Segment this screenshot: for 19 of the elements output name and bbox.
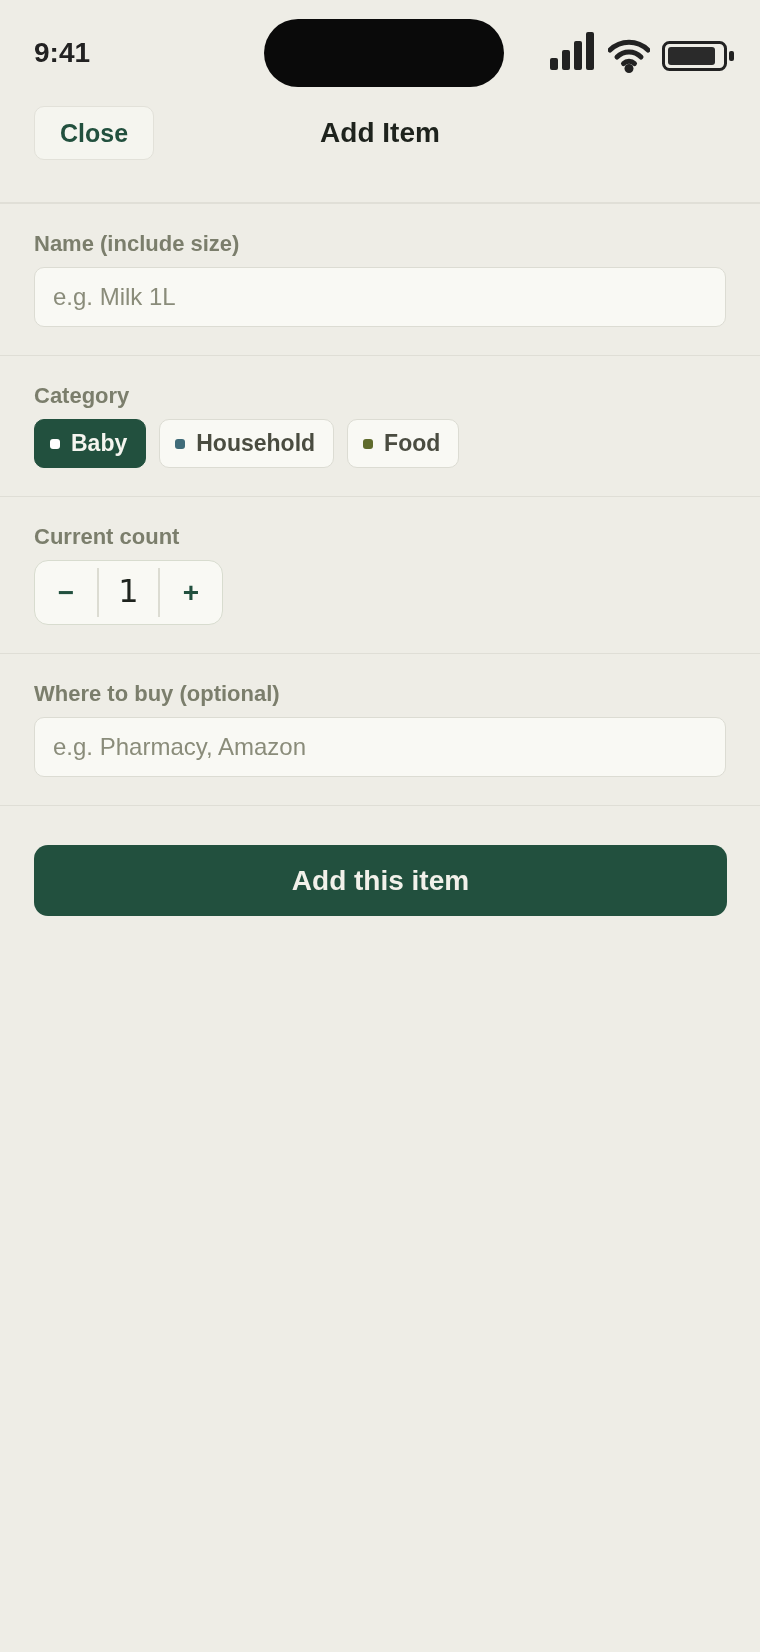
battery-icon	[662, 41, 734, 71]
signal-icon	[550, 32, 596, 70]
field-label: Current count	[34, 523, 181, 551]
count-value: 1	[97, 568, 160, 617]
close-button[interactable]: Close	[34, 106, 154, 160]
where-to-buy-input-field[interactable]: e.g. Pharmacy, Amazon	[34, 717, 726, 777]
wifi-icon	[608, 39, 650, 73]
decrement-button[interactable]: −	[35, 561, 97, 624]
field-label: Where to buy (optional)	[34, 680, 281, 708]
increment-button[interactable]: +	[160, 561, 222, 624]
category-chip[interactable]: Baby	[34, 419, 147, 468]
screen-title: Add Item	[320, 117, 440, 149]
name-input-field[interactable]: e.g. Milk 1L	[34, 267, 726, 327]
category-chip[interactable]: Household	[159, 419, 335, 468]
status-time: 9:41	[34, 37, 91, 69]
add-item-button[interactable]: Add this item	[34, 845, 727, 916]
field-label: Name (include size)	[34, 230, 241, 258]
field-label: Category	[34, 382, 131, 410]
category-chip[interactable]: Food	[347, 419, 460, 468]
